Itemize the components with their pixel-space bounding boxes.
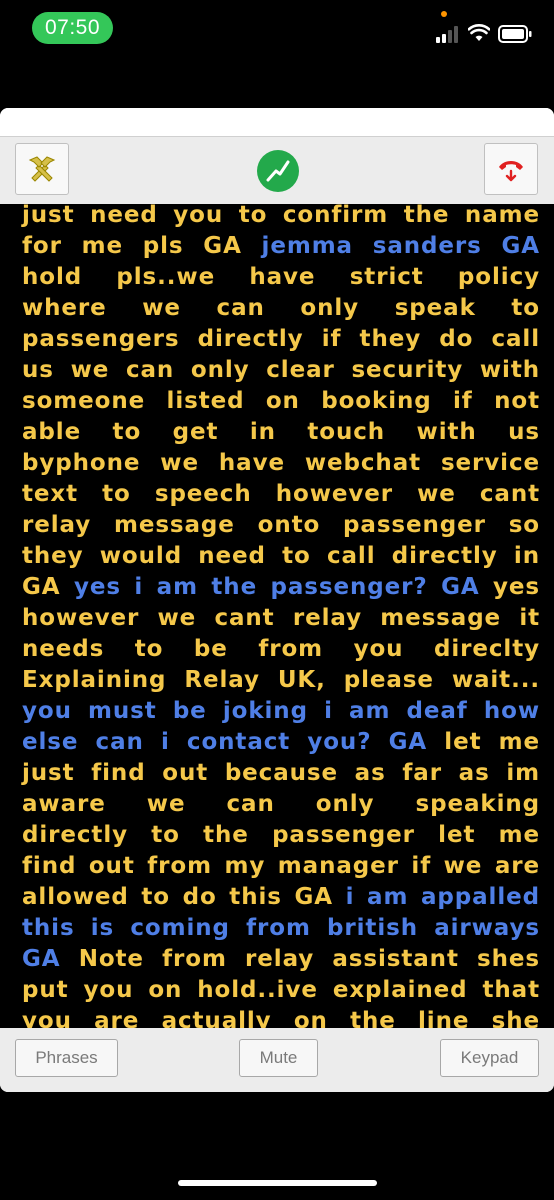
home-indicator[interactable] xyxy=(178,1180,377,1186)
status-bar: 07:50 xyxy=(0,0,554,60)
conversation-transcript[interactable]: just need you to confirm the name for me… xyxy=(0,204,554,1028)
agent-message: Note from relay assistant shes put you o… xyxy=(22,946,540,1028)
user-message: yes i am the passenger? GA xyxy=(73,574,494,600)
relay-call-panel: just need you to confirm the name for me… xyxy=(0,108,554,1092)
keypad-button[interactable]: Keypad xyxy=(440,1039,539,1077)
status-time[interactable]: 07:50 xyxy=(32,12,113,44)
agent-message: hold pls..we have strict policy where we… xyxy=(22,264,540,600)
mute-button[interactable]: Mute xyxy=(239,1039,318,1077)
battery-icon xyxy=(498,25,532,43)
settings-button[interactable] xyxy=(15,143,69,195)
hangup-button[interactable] xyxy=(484,143,538,195)
privacy-indicator-dot xyxy=(441,11,447,17)
tools-icon xyxy=(28,156,56,182)
connection-status-indicator xyxy=(257,150,299,192)
connection-status-icon xyxy=(266,160,290,182)
transcript-text: just need you to confirm the name for me… xyxy=(0,204,554,1028)
call-toolbar xyxy=(0,136,554,205)
cellular-signal-icon xyxy=(436,25,462,43)
phrases-button[interactable]: Phrases xyxy=(15,1039,118,1077)
wifi-icon xyxy=(468,24,490,41)
hangup-icon xyxy=(499,161,523,182)
user-message: jemma sanders GA xyxy=(261,233,540,259)
call-controls: Phrases Mute Keypad xyxy=(0,1028,554,1092)
agent-message: let me just find out because as far as i… xyxy=(22,729,540,910)
panel-header xyxy=(0,108,554,136)
